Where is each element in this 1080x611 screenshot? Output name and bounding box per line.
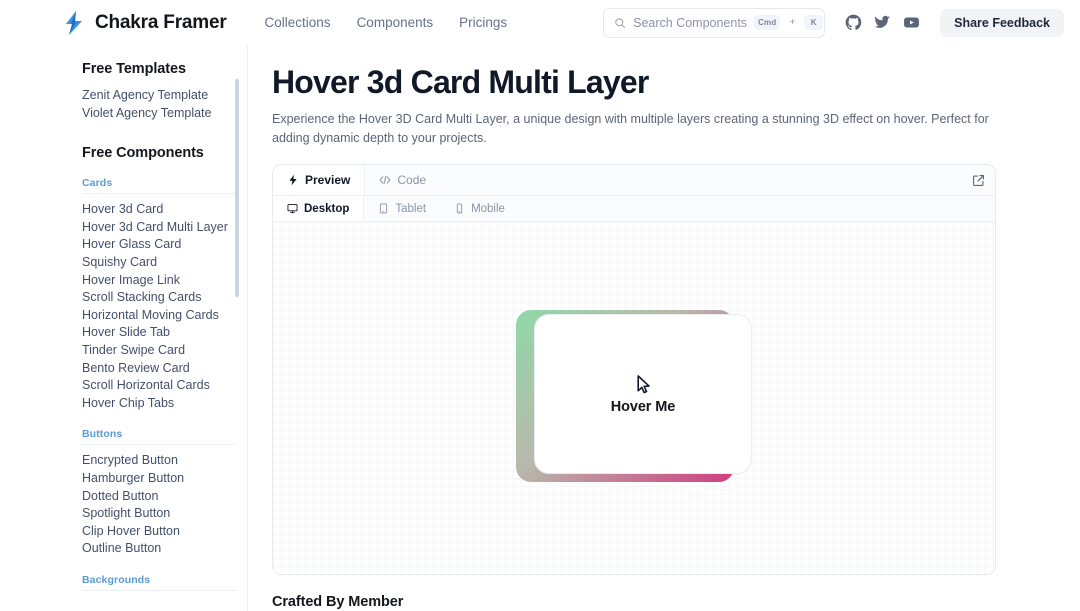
brand-logo[interactable]: Chakra Framer: [62, 10, 227, 36]
top-bar-right-cluster: Search Components Cmd + K Share Feedback: [603, 7, 1064, 38]
sidebar-item-horizontal-moving-cards[interactable]: Horizontal Moving Cards: [82, 307, 248, 325]
sidebar-item-hover-3d-card[interactable]: Hover 3d Card: [82, 201, 248, 219]
viewport-tablet-label: Tablet: [395, 202, 427, 215]
viewport-desktop[interactable]: Desktop: [273, 196, 365, 221]
card-front-layer[interactable]: Hover Me: [534, 314, 752, 474]
component-preview-panel: Preview Code Desktop Tablet Mobile Hover…: [272, 164, 996, 575]
phone-icon: [456, 203, 463, 214]
tab-preview-label: Preview: [305, 173, 351, 187]
tab-preview[interactable]: Preview: [273, 165, 366, 195]
viewport-tabs: Desktop Tablet Mobile: [273, 196, 995, 222]
sidebar-item-clip-hover-button[interactable]: Clip Hover Button: [82, 523, 248, 541]
viewport-mobile-label: Mobile: [471, 202, 505, 215]
monitor-icon: [287, 204, 298, 214]
lightning-icon: [289, 174, 297, 186]
sidebar: Free Templates Zenit Agency Template Vio…: [0, 45, 248, 611]
sidebar-divider: [247, 45, 248, 611]
external-link-icon: [972, 174, 984, 186]
search-icon: [615, 17, 626, 28]
crafted-by-member-heading: Crafted By Member: [272, 594, 404, 610]
sidebar-scroll-thumb[interactable]: [235, 79, 239, 297]
social-links: [845, 14, 920, 31]
github-icon[interactable]: [845, 14, 862, 31]
open-external-button[interactable]: [961, 165, 995, 195]
page-body: Free Templates Zenit Agency Template Vio…: [0, 45, 1080, 611]
sidebar-item-violet-agency-template[interactable]: Violet Agency Template: [82, 105, 248, 123]
sidebar-item-dotted-button[interactable]: Dotted Button: [82, 488, 248, 506]
viewport-desktop-label: Desktop: [304, 202, 350, 215]
nav-link-collections[interactable]: Collections: [265, 15, 331, 30]
sidebar-item-scroll-stacking-cards[interactable]: Scroll Stacking Cards: [82, 289, 248, 307]
search-placeholder: Search Components: [633, 15, 748, 30]
share-feedback-button[interactable]: Share Feedback: [940, 8, 1064, 37]
sidebar-heading-components: Free Components: [82, 145, 204, 162]
sidebar-category-buttons: Buttons: [82, 428, 237, 446]
sidebar-category-cards: Cards: [82, 177, 237, 195]
shortcut-plus: +: [789, 17, 796, 28]
shortcut-cmd-badge: Cmd: [754, 15, 781, 30]
sidebar-item-hamburger-button[interactable]: Hamburger Button: [82, 470, 248, 488]
sidebar-item-spotlight-button[interactable]: Spotlight Button: [82, 505, 248, 523]
twitter-icon[interactable]: [874, 14, 891, 31]
page-title: Hover 3d Card Multi Layer: [272, 64, 649, 100]
tab-code[interactable]: Code: [365, 165, 440, 195]
primary-nav: Collections Components Pricings: [265, 15, 508, 30]
mouse-pointer-icon: [637, 374, 650, 393]
panel-tabs: Preview Code: [273, 165, 995, 196]
sidebar-item-hover-chip-tabs[interactable]: Hover Chip Tabs: [82, 395, 248, 413]
shortcut-k-badge: K: [804, 15, 824, 30]
card-label: Hover Me: [610, 398, 676, 415]
sidebar-scrollbar[interactable]: [235, 50, 239, 567]
search-input[interactable]: Search Components Cmd + K: [603, 7, 826, 38]
sidebar-category-backgrounds: Backgrounds: [82, 574, 237, 591]
main-content: Hover 3d Card Multi Layer Experience the…: [248, 45, 1080, 611]
nav-link-pricings[interactable]: Pricings: [459, 15, 507, 30]
sidebar-item-bento-review-card[interactable]: Bento Review Card: [82, 360, 248, 378]
hover-3d-card-multi-layer[interactable]: Hover Me: [516, 310, 752, 486]
tab-spacer: [440, 165, 961, 195]
youtube-icon[interactable]: [903, 14, 920, 31]
sidebar-item-hover-3d-card-multi-layer[interactable]: Hover 3d Card Multi Layer: [82, 219, 248, 237]
nav-link-components[interactable]: Components: [357, 15, 434, 30]
sidebar-item-hover-image-link[interactable]: Hover Image Link: [82, 272, 248, 290]
brand-name: Chakra Framer: [95, 11, 227, 33]
viewport-mobile[interactable]: Mobile: [440, 196, 519, 221]
viewport-tablet[interactable]: Tablet: [364, 196, 440, 221]
sidebar-item-squishy-card[interactable]: Squishy Card: [82, 254, 248, 272]
sidebar-item-scroll-horizontal-cards[interactable]: Scroll Horizontal Cards: [82, 377, 248, 395]
lightning-bolt-logo-icon: [66, 10, 82, 35]
sidebar-item-outline-button[interactable]: Outline Button: [82, 540, 248, 558]
code-brackets-icon: [380, 175, 391, 185]
sidebar-heading-templates: Free Templates: [82, 61, 186, 77]
page-description: Experience the Hover 3D Card Multi Layer…: [272, 112, 989, 145]
sidebar-item-hover-glass-card[interactable]: Hover Glass Card: [82, 236, 248, 254]
sidebar-item-encrypted-button[interactable]: Encrypted Button: [82, 452, 248, 470]
preview-stage: Hover Me: [273, 222, 995, 574]
sidebar-item-zenit-agency-template[interactable]: Zenit Agency Template: [82, 87, 248, 105]
sidebar-item-hover-slide-tab[interactable]: Hover Slide Tab: [82, 324, 248, 342]
top-navigation-bar: Chakra Framer Collections Components Pri…: [0, 0, 1080, 45]
sidebar-item-tinder-swipe-card[interactable]: Tinder Swipe Card: [82, 342, 248, 360]
tab-code-label: Code: [397, 173, 427, 187]
tablet-icon: [380, 203, 388, 214]
